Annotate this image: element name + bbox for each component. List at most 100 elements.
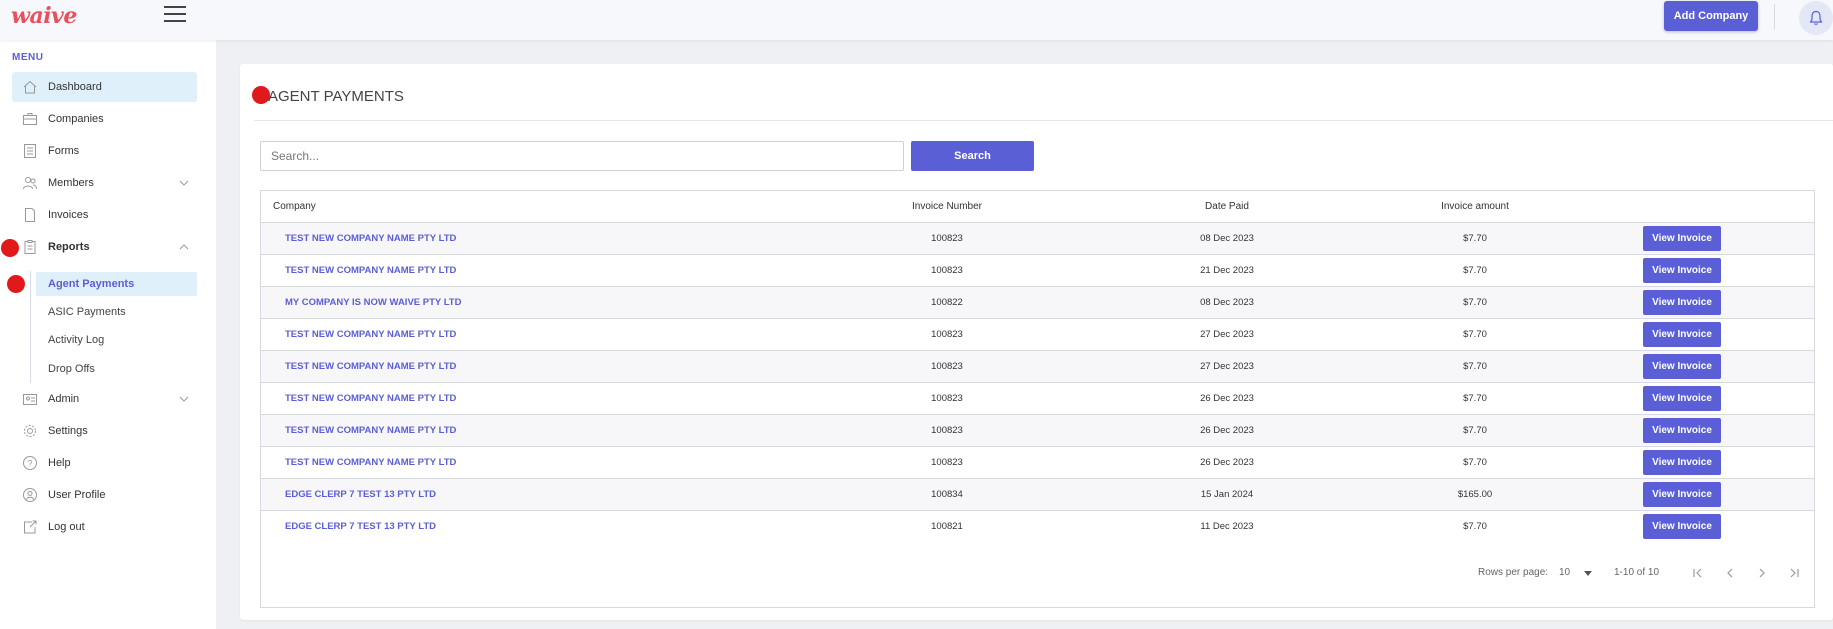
table-row: TEST NEW COMPANY NAME PTY LTD 100823 26 De… <box>261 447 1814 479</box>
sidebar-item-help[interactable]: ? Help <box>12 448 197 478</box>
column-header-date-paid[interactable]: Date Paid <box>1127 191 1327 223</box>
company-name-link[interactable]: TEST NEW COMPANY NAME PTY LTD <box>285 447 456 478</box>
hamburger-menu-icon[interactable] <box>164 6 186 22</box>
view-invoice-button[interactable]: View Invoice <box>1643 258 1721 283</box>
marker-dot-agent-payments <box>7 275 25 293</box>
sidebar-item-companies[interactable]: Companies <box>12 104 197 134</box>
company-name-link[interactable]: TEST NEW COMPANY NAME PTY LTD <box>285 351 456 382</box>
date-paid-cell: 21 Dec 2023 <box>1200 265 1254 276</box>
column-header-company[interactable]: Company <box>273 191 316 223</box>
logout-icon <box>12 519 48 535</box>
invoice-number-cell: 100823 <box>931 329 963 340</box>
svg-text:?: ? <box>27 459 32 469</box>
next-page-icon[interactable] <box>1753 564 1771 582</box>
notifications-bell-icon[interactable] <box>1799 1 1833 35</box>
view-invoice-button[interactable]: View Invoice <box>1643 450 1721 475</box>
sidebar-subitem-activity-log[interactable]: Activity Log <box>36 328 197 352</box>
sidebar-item-label: Companies <box>48 113 104 125</box>
invoice-amount-cell: $7.70 <box>1463 521 1487 532</box>
date-paid-cell: 15 Jan 2024 <box>1200 489 1254 500</box>
home-icon <box>12 79 48 95</box>
members-icon <box>12 175 48 191</box>
company-name-link[interactable]: TEST NEW COMPANY NAME PTY LTD <box>285 255 456 286</box>
company-name-link[interactable]: EDGE CLERP 7 TEST 13 PTY LTD <box>285 511 436 542</box>
company-name-link[interactable]: EDGE CLERP 7 TEST 13 PTY LTD <box>285 479 436 510</box>
help-icon: ? <box>12 455 48 471</box>
view-invoice-button[interactable]: View Invoice <box>1643 322 1721 347</box>
company-name-link[interactable]: TEST NEW COMPANY NAME PTY LTD <box>285 319 456 350</box>
sidebar-item-dashboard[interactable]: Dashboard <box>12 72 197 102</box>
sidebar-subitem-asic-payments[interactable]: ASIC Payments <box>36 300 197 324</box>
menu-title: MENU <box>12 52 44 63</box>
company-name-link[interactable]: TEST NEW COMPANY NAME PTY LTD <box>285 223 456 254</box>
sidebar: MENU Dashboard Companies Forms Members I… <box>0 40 216 629</box>
column-header-invoice-amount[interactable]: Invoice amount <box>1375 191 1575 223</box>
invoice-number-cell: 100834 <box>931 489 963 500</box>
invoice-amount-cell: $7.70 <box>1463 233 1487 244</box>
rows-per-page-select[interactable]: 10 <box>1559 564 1595 582</box>
sidebar-item-label: Invoices <box>48 209 89 221</box>
invoice-number-cell: 100823 <box>931 361 963 372</box>
sidebar-item-label: Reports <box>48 241 90 253</box>
company-name-link[interactable]: TEST NEW COMPANY NAME PTY LTD <box>285 415 456 446</box>
column-header-invoice-number[interactable]: Invoice Number <box>847 191 1047 223</box>
table-header: Company Invoice Number Date Paid Invoice… <box>261 191 1814 223</box>
sidebar-item-settings[interactable]: Settings <box>12 416 197 446</box>
table-row: TEST NEW COMPANY NAME PTY LTD 100823 26 De… <box>261 415 1814 447</box>
view-invoice-button[interactable]: View Invoice <box>1643 386 1721 411</box>
sidebar-item-members[interactable]: Members <box>12 168 197 198</box>
sidebar-item-log-out[interactable]: Log out <box>12 512 197 542</box>
sidebar-subitem-agent-payments[interactable]: Agent Payments <box>36 272 197 296</box>
last-page-icon[interactable] <box>1785 564 1803 582</box>
company-name-link[interactable]: MY COMPANY IS NOW WAIVE PTY LTD <box>285 287 461 318</box>
table-row: MY COMPANY IS NOW WAIVE PTY LTD 100822 08 … <box>261 287 1814 319</box>
sidebar-item-invoices[interactable]: Invoices <box>12 200 197 230</box>
view-invoice-button[interactable]: View Invoice <box>1643 226 1721 251</box>
invoice-number-cell: 100823 <box>931 425 963 436</box>
view-invoice-button[interactable]: View Invoice <box>1643 354 1721 379</box>
invoice-number-cell: 100823 <box>931 457 963 468</box>
search-input[interactable] <box>260 141 904 171</box>
date-paid-cell: 08 Dec 2023 <box>1200 297 1254 308</box>
sidebar-item-reports[interactable]: Reports <box>12 232 197 262</box>
chevron-up-icon <box>171 244 197 250</box>
date-paid-cell: 26 Dec 2023 <box>1200 425 1254 436</box>
sidebar-item-label: Help <box>48 457 71 469</box>
invoice-number-cell: 100821 <box>931 521 963 532</box>
invoice-number-cell: 100823 <box>931 265 963 276</box>
user-profile-icon <box>12 487 48 503</box>
rows-per-page-value: 10 <box>1559 567 1571 578</box>
view-invoice-button[interactable]: View Invoice <box>1643 514 1721 539</box>
caret-down-icon <box>1584 571 1592 576</box>
sidebar-item-admin[interactable]: Admin <box>12 384 197 414</box>
table-row: EDGE CLERP 7 TEST 13 PTY LTD 100821 11 Dec… <box>261 511 1814 543</box>
waive-logo[interactable]: waive <box>11 3 77 29</box>
table-row: TEST NEW COMPANY NAME PTY LTD 100823 21 De… <box>261 255 1814 287</box>
date-paid-cell: 27 Dec 2023 <box>1200 361 1254 372</box>
company-name-link[interactable]: TEST NEW COMPANY NAME PTY LTD <box>285 383 456 414</box>
top-bar: waive Add Company <box>0 0 1833 40</box>
add-company-button[interactable]: Add Company <box>1664 1 1758 31</box>
marker-dot-title <box>252 86 270 104</box>
sidebar-subitem-drop-offs[interactable]: Drop Offs <box>36 357 197 381</box>
header-divider <box>1774 4 1775 30</box>
first-page-icon[interactable] <box>1689 564 1707 582</box>
view-invoice-button[interactable]: View Invoice <box>1643 482 1721 507</box>
search-button[interactable]: Search <box>911 141 1034 171</box>
sidebar-item-user-profile[interactable]: User Profile <box>12 480 197 510</box>
page-title: AGENT PAYMENTS <box>268 88 404 105</box>
view-invoice-button[interactable]: View Invoice <box>1643 290 1721 315</box>
date-paid-cell: 26 Dec 2023 <box>1200 457 1254 468</box>
chevron-down-icon <box>171 396 197 402</box>
view-invoice-button[interactable]: View Invoice <box>1643 418 1721 443</box>
sidebar-item-label: Members <box>48 177 94 189</box>
date-paid-cell: 27 Dec 2023 <box>1200 329 1254 340</box>
table-row: EDGE CLERP 7 TEST 13 PTY LTD 100834 15 Jan… <box>261 479 1814 511</box>
sidebar-item-label: Settings <box>48 425 88 437</box>
sidebar-item-forms[interactable]: Forms <box>12 136 197 166</box>
previous-page-icon[interactable] <box>1721 564 1739 582</box>
forms-icon <box>12 143 48 159</box>
table-row: TEST NEW COMPANY NAME PTY LTD 100823 08 De… <box>261 223 1814 255</box>
chevron-down-icon <box>171 180 197 186</box>
sidebar-item-label: Forms <box>48 145 80 157</box>
